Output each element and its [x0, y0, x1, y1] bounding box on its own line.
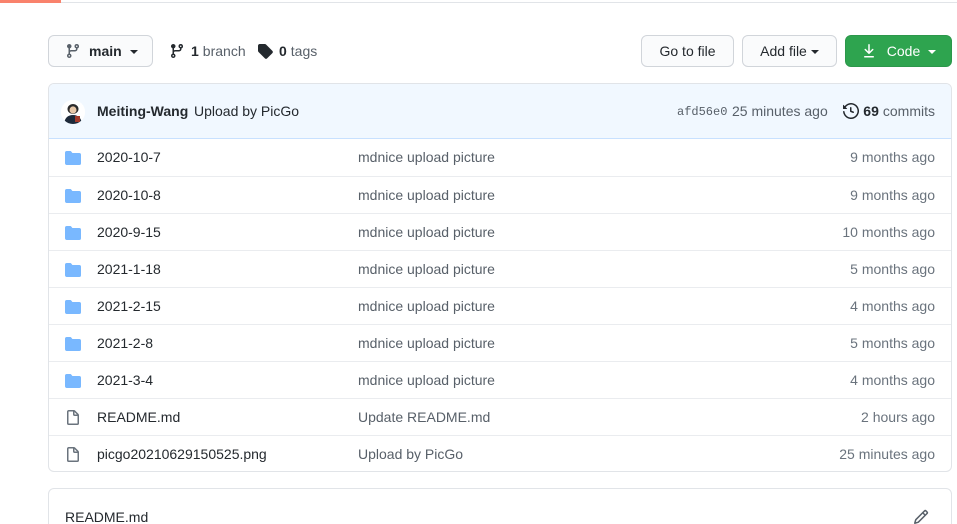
- pencil-icon[interactable]: [913, 509, 929, 524]
- commits-label: commits: [882, 103, 935, 119]
- commit-message-link[interactable]: mdnice upload picture: [358, 372, 495, 388]
- branch-select-button[interactable]: main: [48, 35, 153, 67]
- folder-icon: [65, 299, 81, 315]
- file-name-link[interactable]: 2021-2-8: [97, 335, 153, 351]
- commits-history-link[interactable]: 69 commits: [843, 103, 935, 119]
- add-file-label: Add file: [760, 43, 807, 59]
- table-row[interactable]: 2021-2-8 mdnice upload picture 5 months ag…: [49, 324, 951, 361]
- table-row[interactable]: 2021-2-15 mdnice upload picture 4 months a…: [49, 287, 951, 324]
- file-browser: Meiting-Wang Upload by PicGo afd56e0 25 …: [48, 83, 952, 472]
- file-icon: [65, 447, 81, 463]
- tags-count: 0: [279, 43, 287, 59]
- folder-icon: [65, 262, 81, 278]
- chevron-down-icon: [810, 50, 819, 54]
- table-row[interactable]: 2020-10-8 mdnice upload picture 9 months a…: [49, 176, 951, 213]
- add-file-button[interactable]: Add file: [742, 35, 837, 67]
- commit-author-link[interactable]: Meiting-Wang: [97, 103, 188, 119]
- file-icon: [65, 410, 81, 426]
- folder-icon: [65, 225, 81, 241]
- repo-tab-strip: [0, 0, 957, 3]
- file-list: 2020-10-7 mdnice upload picture 9 months a…: [49, 139, 951, 471]
- download-icon: [861, 43, 877, 59]
- avatar[interactable]: [61, 100, 85, 124]
- branch-name: main: [89, 43, 122, 59]
- folder-icon: [65, 188, 81, 204]
- git-branch-icon: [169, 43, 185, 59]
- folder-icon: [65, 336, 81, 352]
- commits-count: 69: [863, 103, 879, 119]
- folder-icon: [65, 150, 81, 166]
- table-row[interactable]: 2020-10-7 mdnice upload picture 9 months a…: [49, 139, 951, 176]
- code-button[interactable]: Code: [845, 35, 952, 67]
- latest-commit-bar: Meiting-Wang Upload by PicGo afd56e0 25 …: [49, 84, 951, 139]
- readme-panel: README.md: [48, 488, 952, 524]
- commit-age: 9 months ago: [850, 149, 935, 165]
- commit-message-link[interactable]: mdnice upload picture: [358, 187, 495, 203]
- tag-icon: [257, 43, 273, 59]
- commit-message-link[interactable]: mdnice upload picture: [358, 149, 495, 165]
- file-name-link[interactable]: 2021-1-18: [97, 261, 161, 277]
- table-row[interactable]: 2020-9-15 mdnice upload picture 10 months …: [49, 213, 951, 250]
- active-tab-underline: [0, 0, 61, 3]
- commit-message-link[interactable]: mdnice upload picture: [358, 335, 495, 351]
- commit-message-link[interactable]: Update README.md: [358, 409, 490, 425]
- history-icon: [843, 103, 860, 119]
- chevron-down-icon: [129, 50, 138, 54]
- commit-message-link[interactable]: mdnice upload picture: [358, 224, 495, 240]
- git-branch-icon: [65, 43, 81, 59]
- branches-count: 1: [191, 43, 199, 59]
- go-to-file-button[interactable]: Go to file: [641, 35, 734, 67]
- commit-time: 25 minutes ago: [732, 103, 828, 119]
- commit-message-link[interactable]: Upload by PicGo: [358, 446, 463, 462]
- code-label: Code: [886, 43, 921, 59]
- readme-title[interactable]: README.md: [65, 509, 148, 524]
- commit-message-link[interactable]: Upload by PicGo: [194, 103, 299, 119]
- file-name-link[interactable]: README.md: [97, 409, 180, 425]
- branches-label: branch: [202, 43, 246, 59]
- commit-message-link[interactable]: mdnice upload picture: [358, 261, 495, 277]
- folder-icon: [65, 373, 81, 389]
- file-name-link[interactable]: 2020-10-8: [97, 187, 161, 203]
- tags-label: tags: [290, 43, 318, 59]
- file-name-link[interactable]: 2021-3-4: [97, 372, 153, 388]
- commit-age: 25 minutes ago: [839, 446, 935, 462]
- table-row[interactable]: picgo20210629150525.png Upload by PicGo 25…: [49, 435, 951, 471]
- commit-age: 10 months ago: [842, 224, 935, 240]
- file-navigation-toolbar: main 1 branch 0 tags Go to file Add file…: [48, 35, 952, 67]
- commit-sha-link[interactable]: afd56e0: [677, 105, 727, 119]
- file-name-link[interactable]: picgo20210629150525.png: [97, 446, 267, 462]
- commit-message-link[interactable]: mdnice upload picture: [358, 298, 495, 314]
- table-row[interactable]: 2021-1-18 mdnice upload picture 5 months a…: [49, 250, 951, 287]
- commit-age: 5 months ago: [850, 261, 935, 277]
- file-name-link[interactable]: 2020-9-15: [97, 224, 161, 240]
- table-row[interactable]: 2021-3-4 mdnice upload picture 4 months ag…: [49, 361, 951, 398]
- branches-link[interactable]: 1 branch: [169, 35, 246, 67]
- file-name-link[interactable]: 2020-10-7: [97, 149, 161, 165]
- chevron-down-icon: [928, 50, 937, 54]
- table-row[interactable]: README.md Update README.md 2 hours ago: [49, 398, 951, 435]
- commit-age: 9 months ago: [850, 187, 935, 203]
- commit-age: 4 months ago: [850, 372, 935, 388]
- commit-age: 5 months ago: [850, 335, 935, 351]
- commit-age: 2 hours ago: [861, 409, 935, 425]
- file-name-link[interactable]: 2021-2-15: [97, 298, 161, 314]
- commit-age: 4 months ago: [850, 298, 935, 314]
- tags-link[interactable]: 0 tags: [257, 35, 317, 67]
